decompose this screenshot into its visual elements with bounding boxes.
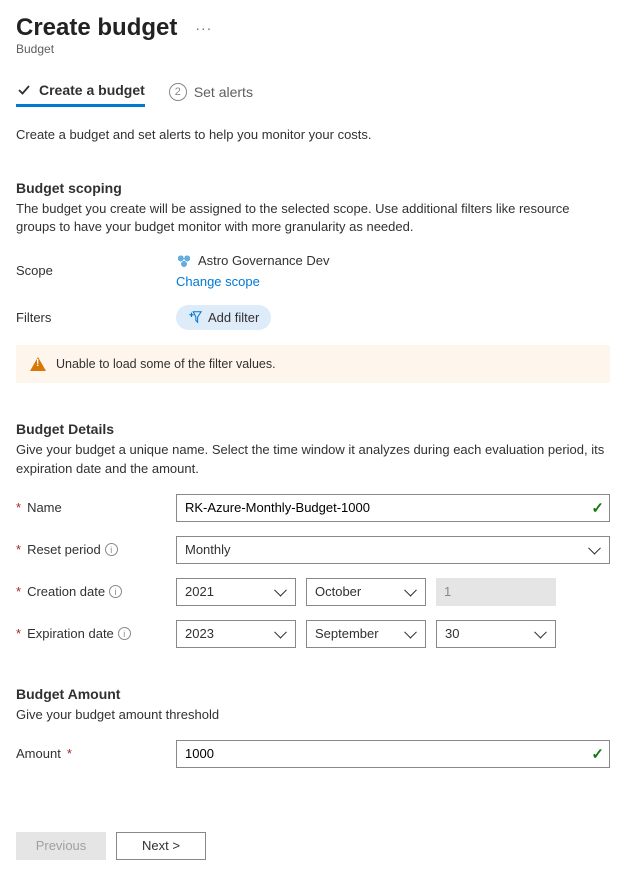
valid-check-icon: ✓ <box>591 745 604 763</box>
section-desc-amount: Give your budget amount threshold <box>16 706 610 724</box>
tab-label: Set alerts <box>194 84 253 100</box>
info-icon[interactable]: i <box>109 585 122 598</box>
name-input[interactable] <box>176 494 610 522</box>
expiration-day-select[interactable]: 30 <box>436 620 556 648</box>
section-heading-scoping: Budget scoping <box>16 180 610 196</box>
warning-icon <box>30 357 46 371</box>
filters-label: Filters <box>16 310 176 325</box>
previous-button[interactable]: Previous <box>16 832 106 860</box>
tab-set-alerts[interactable]: 2 Set alerts <box>169 77 253 107</box>
warning-text: Unable to load some of the filter values… <box>56 357 276 371</box>
warning-banner: Unable to load some of the filter values… <box>16 345 610 383</box>
check-icon <box>16 82 32 98</box>
valid-check-icon: ✓ <box>591 499 604 517</box>
expiration-month-value: September <box>315 626 379 641</box>
section-heading-amount: Budget Amount <box>16 686 610 702</box>
filter-add-icon <box>188 310 202 324</box>
creation-day-value: 1 <box>444 584 451 599</box>
reset-period-label: Reset period <box>27 542 101 557</box>
creation-month-value: October <box>315 584 361 599</box>
tab-label: Create a budget <box>39 82 145 98</box>
expiration-year-select[interactable]: 2023 <box>176 620 296 648</box>
next-button[interactable]: Next > <box>116 832 206 860</box>
creation-day-readonly: 1 <box>436 578 556 606</box>
management-group-icon <box>176 252 192 268</box>
step-badge: 2 <box>169 83 187 101</box>
page-title: Create budget <box>16 14 177 42</box>
section-desc-scoping: The budget you create will be assigned t… <box>16 200 610 236</box>
expiration-month-select[interactable]: September <box>306 620 426 648</box>
info-icon[interactable]: i <box>105 543 118 556</box>
section-heading-details: Budget Details <box>16 421 610 437</box>
breadcrumb: Budget <box>16 42 610 56</box>
amount-input[interactable] <box>176 740 610 768</box>
name-label: Name <box>27 500 62 515</box>
page-description: Create a budget and set alerts to help y… <box>16 127 610 142</box>
section-desc-details: Give your budget a unique name. Select t… <box>16 441 610 477</box>
tab-create-budget[interactable]: Create a budget <box>16 76 145 107</box>
expiration-date-label: Expiration date <box>27 626 114 641</box>
change-scope-link[interactable]: Change scope <box>176 274 260 289</box>
amount-label: Amount <box>16 746 61 761</box>
creation-year-select[interactable]: 2021 <box>176 578 296 606</box>
info-icon[interactable]: i <box>118 627 131 640</box>
add-filter-button[interactable]: Add filter <box>176 305 271 330</box>
expiration-day-value: 30 <box>445 626 459 641</box>
reset-period-value: Monthly <box>185 542 231 557</box>
add-filter-label: Add filter <box>208 310 259 325</box>
scope-value: Astro Governance Dev <box>198 253 330 268</box>
creation-year-value: 2021 <box>185 584 214 599</box>
creation-month-select[interactable]: October <box>306 578 426 606</box>
expiration-year-value: 2023 <box>185 626 214 641</box>
creation-date-label: Creation date <box>27 584 105 599</box>
more-actions-button[interactable]: ··· <box>191 20 216 36</box>
reset-period-select[interactable]: Monthly <box>176 536 610 564</box>
scope-label: Scope <box>16 263 176 278</box>
